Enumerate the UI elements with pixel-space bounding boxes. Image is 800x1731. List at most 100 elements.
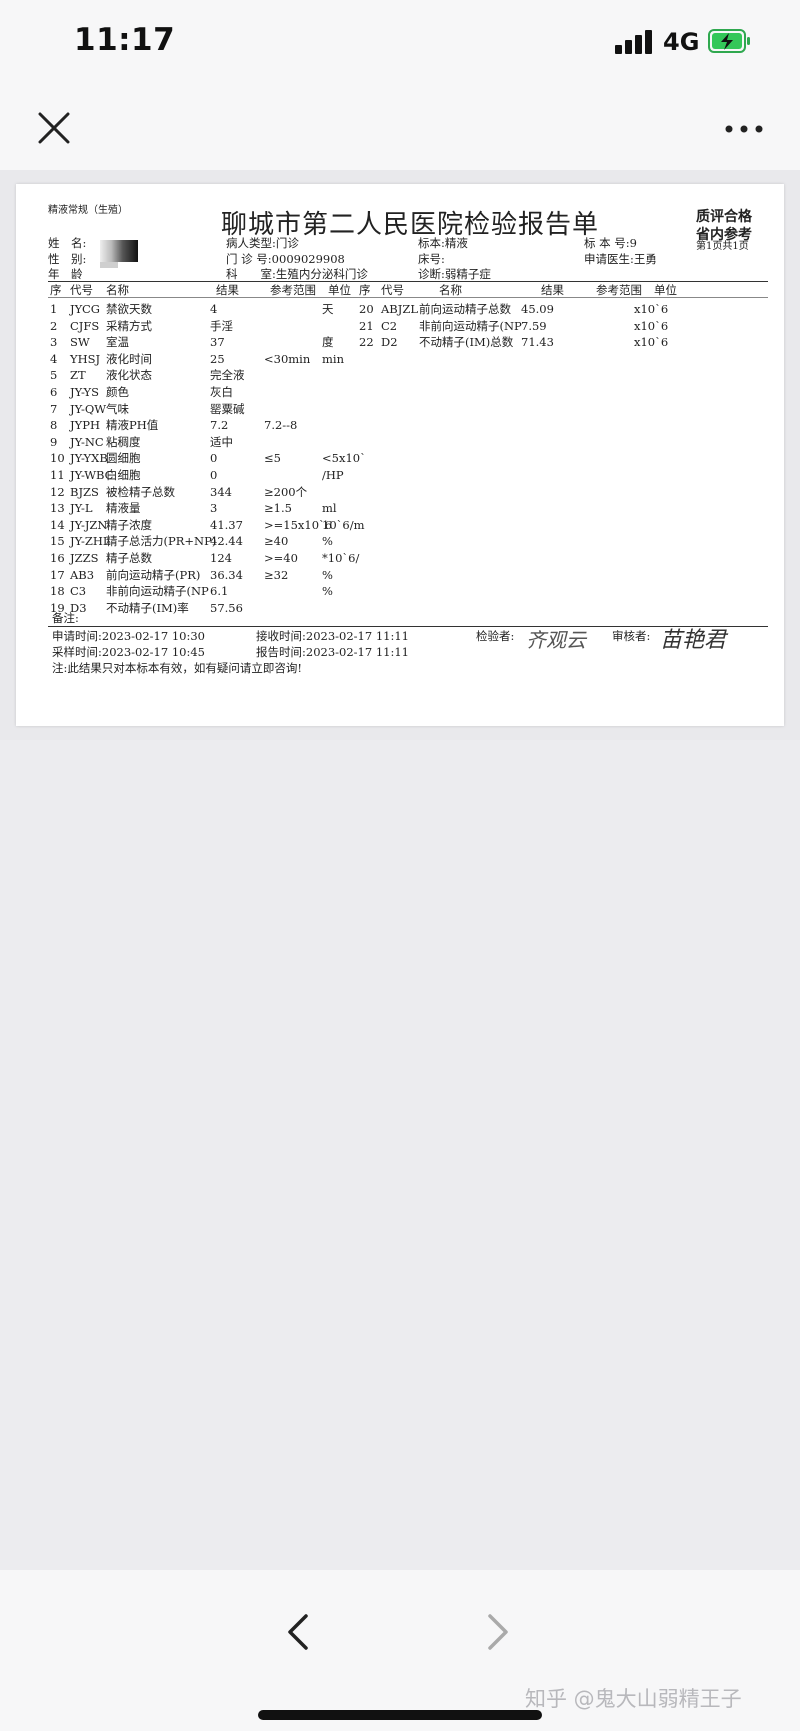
- column-header-left: 代号: [70, 283, 93, 297]
- table-cell-code: D3: [70, 601, 87, 615]
- quality-badge-1: 质评合格: [696, 209, 752, 225]
- table-cell-result: 罂粟碱: [210, 402, 245, 416]
- table-cell-code: D2: [381, 335, 398, 349]
- table-cell-code: BJZS: [70, 485, 99, 499]
- table-cell-name: 不动精子(IM)总数: [419, 335, 514, 349]
- table-cell-name: 气味: [106, 402, 129, 416]
- report-note: 注:此结果只对本标本有效，如有疑问请立即咨询!: [52, 661, 302, 675]
- table-cell-no: 18: [50, 584, 65, 598]
- table-cell-code: C2: [381, 319, 398, 333]
- next-image-button[interactable]: [480, 1610, 516, 1654]
- table-cell-unit: 10`6/m: [322, 518, 365, 532]
- table-cell-name: 前向运动精子(PR): [106, 568, 201, 582]
- table-cell-unit: x10`6: [634, 302, 669, 316]
- table-cell-no: 3: [50, 335, 58, 349]
- column-header-left: 单位: [328, 283, 351, 297]
- specimen-number: 标 本 号:9: [584, 236, 638, 250]
- table-cell-code: JY-JZN: [70, 518, 108, 532]
- table-cell-code: AB3: [70, 568, 95, 582]
- table-cell-code: YHSJ: [70, 352, 101, 366]
- more-options-button[interactable]: [722, 114, 766, 144]
- table-cell-result: 完全液: [210, 368, 245, 382]
- table-cell-no: 12: [50, 485, 65, 499]
- lab-report-sheet: 精液常规（生殖） 聊城市第二人民医院检验报告单 质评合格 省内参考 第1页共1页…: [16, 184, 784, 726]
- receive-time: 接收时间:2023-02-17 11:11: [256, 629, 409, 643]
- table-cell-unit: x10`6: [634, 319, 669, 333]
- table-cell-name: 精子总活力(PR+NP): [106, 534, 217, 548]
- column-header-right: 名称: [439, 283, 462, 297]
- table-cell-no: 9: [50, 435, 58, 449]
- table-cell-result: 45.09: [521, 302, 554, 316]
- image-viewer[interactable]: 精液常规（生殖） 聊城市第二人民医院检验报告单 质评合格 省内参考 第1页共1页…: [0, 170, 800, 1570]
- table-cell-unit: x10`6: [634, 335, 669, 349]
- table-cell-code: JZZS: [70, 551, 99, 565]
- table-cell-ref: ≥32: [264, 568, 289, 582]
- table-cell-unit: %: [322, 584, 333, 598]
- column-header-right: 代号: [381, 283, 404, 297]
- table-cell-code: JY-L: [70, 501, 93, 515]
- bottom-toolbar: 知乎 @鬼大山弱精王子: [0, 1570, 800, 1731]
- report-category: 精液常规（生殖）: [48, 205, 128, 216]
- table-cell-ref: ≥1.5: [264, 501, 292, 515]
- table-cell-result: 4: [210, 302, 218, 316]
- table-cell-ref: ≥40: [264, 534, 289, 548]
- table-cell-code: JY-QW: [70, 402, 107, 416]
- cellular-signal-icon: [615, 30, 655, 54]
- table-cell-code: JY-ZHL: [70, 534, 111, 548]
- table-cell-result: 7.2: [210, 418, 229, 432]
- photo-background: 精液常规（生殖） 聊城市第二人民医院检验报告单 质评合格 省内参考 第1页共1页…: [0, 170, 800, 740]
- table-cell-no: 15: [50, 534, 65, 548]
- table-cell-no: 20: [359, 302, 374, 316]
- table-cell-result: 36.34: [210, 568, 243, 582]
- table-cell-code: ABJZL: [381, 302, 418, 316]
- close-button[interactable]: [34, 108, 74, 148]
- table-cell-name: 采精方式: [106, 319, 152, 333]
- close-icon: [38, 112, 70, 144]
- table-cell-name: 粘稠度: [106, 435, 141, 449]
- table-cell-code: JYCG: [70, 302, 100, 316]
- table-cell-name: 精子浓度: [106, 518, 152, 532]
- table-cell-code: ZT: [70, 368, 86, 382]
- previous-image-button[interactable]: [280, 1610, 316, 1654]
- table-cell-no: 19: [50, 601, 65, 615]
- table-cell-no: 22: [359, 335, 374, 349]
- more-horizontal-icon: [725, 125, 763, 133]
- status-time: 11:17: [74, 22, 176, 58]
- table-cell-result: 0: [210, 468, 218, 482]
- table-cell-result: 灰白: [210, 385, 233, 399]
- table-cell-no: 1: [50, 302, 58, 316]
- battery-charging-icon: [708, 29, 752, 53]
- reviewer-signature: 苗艳君: [660, 628, 727, 653]
- table-cell-result: 57.56: [210, 601, 243, 615]
- table-cell-unit: <5x10`: [322, 451, 366, 465]
- table-cell-code: JY-YXB: [70, 451, 108, 465]
- table-cell-code: JY-YS: [70, 385, 100, 399]
- table-cell-result: 7.59: [521, 319, 547, 333]
- table-cell-name: 非前向运动精子(NP: [419, 319, 522, 333]
- table-cell-name: 液化状态: [106, 368, 152, 382]
- table-cell-code: CJFS: [70, 319, 100, 333]
- table-cell-result: 25: [210, 352, 225, 366]
- examiner-signature: 齐观云: [526, 628, 586, 652]
- column-header-right: 序: [359, 283, 371, 297]
- table-cell-code: JYPH: [70, 418, 100, 432]
- table-cell-result: 适中: [210, 435, 233, 449]
- table-cell-no: 8: [50, 418, 58, 432]
- column-header-left: 结果: [216, 283, 239, 297]
- home-indicator[interactable]: [258, 1710, 542, 1720]
- chevron-left-icon: [288, 1614, 308, 1650]
- table-cell-result: 124: [210, 551, 232, 565]
- column-header-left: 参考范围: [270, 283, 316, 297]
- table-cell-ref: 7.2--8: [264, 418, 298, 432]
- table-cell-no: 6: [50, 385, 58, 399]
- table-cell-code: SW: [70, 335, 90, 349]
- table-cell-unit: 天: [322, 302, 334, 316]
- table-cell-name: 禁欲天数: [106, 302, 152, 316]
- report-time: 报告时间:2023-02-17 11:11: [256, 645, 409, 659]
- header-divider: [48, 281, 768, 282]
- bed-number: 床号:: [418, 252, 445, 266]
- table-cell-unit: /HP: [322, 468, 344, 482]
- table-cell-unit: min: [322, 352, 344, 366]
- department: 科 室:生殖内分泌科门诊: [226, 267, 368, 281]
- table-cell-result: 6.1: [210, 584, 229, 598]
